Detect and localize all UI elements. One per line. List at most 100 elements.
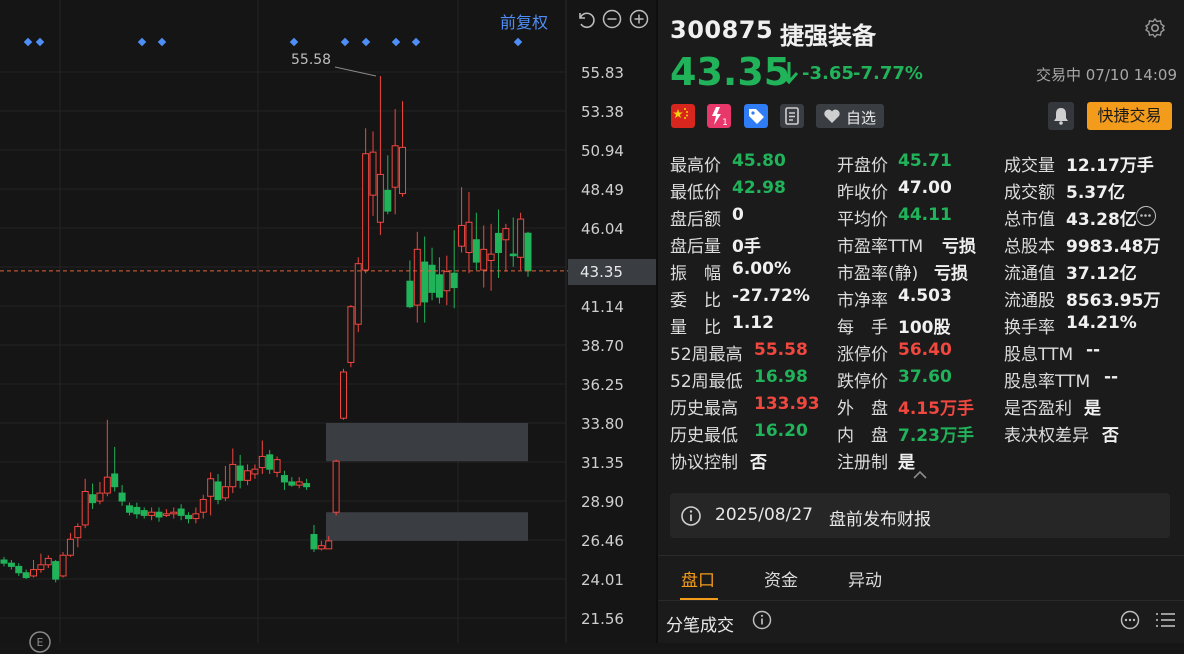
stat-value: 9983.48万 bbox=[1066, 237, 1161, 257]
candle-body bbox=[303, 483, 311, 488]
candle-body bbox=[155, 511, 163, 518]
add-watchlist-button[interactable]: 自选 bbox=[816, 104, 884, 128]
alert-button[interactable] bbox=[1048, 102, 1074, 130]
stat-value: 5.37亿 bbox=[1066, 183, 1125, 203]
stat-value: 是 bbox=[1084, 399, 1101, 419]
tag-1-icon[interactable]: 1 bbox=[707, 104, 731, 128]
notice-text: 盘前发布财报 bbox=[829, 510, 931, 530]
more-options-icon[interactable] bbox=[1120, 610, 1140, 630]
candle-body bbox=[376, 173, 384, 223]
event-marker bbox=[513, 37, 523, 47]
candle-body bbox=[443, 271, 451, 292]
zoom-out-icon[interactable] bbox=[601, 8, 623, 30]
candle-body bbox=[74, 526, 82, 539]
last-price: 43.35 bbox=[670, 50, 791, 94]
notice-banner[interactable]: 2025/08/27 盘前发布财报 bbox=[670, 493, 1170, 538]
price-axis-label: 53.38 bbox=[581, 103, 624, 121]
price-axis-label: 31.35 bbox=[581, 454, 624, 472]
kline-canvas[interactable] bbox=[0, 0, 656, 643]
candle-body bbox=[450, 272, 458, 289]
candle-body bbox=[435, 274, 443, 298]
stat-value: 6.00% bbox=[732, 259, 791, 279]
stat-label: 流通股 bbox=[1004, 291, 1055, 311]
candle-body bbox=[465, 221, 473, 254]
stat-label: 换手率 bbox=[1004, 318, 1055, 338]
stat-value: 12.17万手 bbox=[1066, 156, 1154, 176]
candle-body bbox=[494, 232, 502, 254]
candle-body bbox=[472, 239, 480, 263]
reset-icon[interactable] bbox=[574, 8, 596, 30]
candle-body bbox=[59, 554, 67, 577]
quote-panel: 300875 捷强装备 43.35 -3.65 -7.77% 交易中 07/10… bbox=[658, 0, 1184, 643]
down-arrow-icon bbox=[779, 62, 799, 85]
event-marker bbox=[157, 37, 167, 47]
candle-body bbox=[524, 232, 532, 272]
tab-order-book[interactable]: 盘口 bbox=[681, 566, 715, 591]
gear-icon[interactable] bbox=[1144, 17, 1166, 39]
more-icon[interactable] bbox=[1136, 206, 1156, 226]
svg-text:1: 1 bbox=[722, 118, 728, 128]
tab-capital[interactable]: 资金 bbox=[764, 566, 798, 591]
candle-body bbox=[7, 562, 15, 567]
candle-body bbox=[487, 253, 495, 261]
candle-body bbox=[125, 505, 133, 513]
candle-body bbox=[229, 463, 237, 488]
zoom-in-icon[interactable] bbox=[628, 8, 650, 30]
stat-label: 历史最高 bbox=[670, 399, 738, 419]
stat-value: -- bbox=[1086, 340, 1101, 360]
candle-body bbox=[140, 510, 148, 516]
stock-name: 捷强装备 bbox=[780, 22, 876, 50]
event-marker bbox=[23, 37, 33, 47]
stat-value: 亏损 bbox=[942, 237, 976, 257]
info-icon[interactable] bbox=[752, 610, 772, 630]
kline-chart[interactable]: 55.58 前复权 55.83 53.38 50.94 48.49 46.04 41.14… bbox=[0, 0, 656, 653]
info-icon bbox=[681, 506, 701, 526]
list-icon[interactable] bbox=[1155, 609, 1177, 631]
candle-body bbox=[362, 153, 370, 271]
candle-body bbox=[421, 261, 429, 303]
stat-label: 最高价 bbox=[670, 156, 721, 176]
stat-label: 量 比 bbox=[670, 318, 721, 338]
stat-label: 股息TTM bbox=[1004, 345, 1074, 365]
stat-value: 7.23万手 bbox=[898, 426, 974, 446]
price-axis-label: 48.49 bbox=[581, 181, 624, 199]
price-tag-icon[interactable] bbox=[744, 104, 768, 128]
document-icon[interactable] bbox=[780, 104, 804, 128]
candle-body bbox=[52, 561, 60, 580]
stock-code: 300875 bbox=[670, 16, 774, 44]
price-axis-label: 21.56 bbox=[581, 610, 624, 628]
event-marker-icon[interactable]: E bbox=[28, 630, 52, 654]
heart-icon bbox=[824, 109, 840, 123]
candle-body bbox=[406, 280, 414, 308]
candle-body bbox=[207, 478, 215, 497]
price-axis-label: 38.70 bbox=[581, 337, 624, 355]
stat-label: 总股本 bbox=[1004, 237, 1055, 257]
candle-body bbox=[44, 557, 52, 566]
candle-body bbox=[399, 146, 407, 195]
candle-body bbox=[295, 481, 303, 486]
more-dots-icon bbox=[1140, 214, 1151, 217]
price-change-percent: -7.77% bbox=[853, 63, 923, 84]
candle-body bbox=[0, 559, 8, 564]
price-axis-label: 36.25 bbox=[581, 376, 624, 394]
stat-value: 45.80 bbox=[732, 151, 786, 171]
candle-body bbox=[148, 511, 156, 516]
china-flag-icon bbox=[671, 104, 695, 128]
price-axis-label: 46.04 bbox=[581, 220, 624, 238]
stat-label: 协议控制 bbox=[670, 453, 738, 473]
candle-body bbox=[251, 468, 259, 475]
tabs-bottom-divider bbox=[658, 600, 1184, 601]
price-axis-label: 50.94 bbox=[581, 142, 624, 160]
stat-value: 1.12 bbox=[732, 313, 774, 333]
stat-label: 振 幅 bbox=[670, 264, 721, 284]
candle-body bbox=[502, 228, 510, 241]
tab-anomaly[interactable]: 异动 bbox=[848, 566, 882, 591]
quick-trade-button[interactable]: 快捷交易 bbox=[1087, 102, 1172, 130]
candle-body bbox=[384, 189, 392, 212]
stat-label: 委 比 bbox=[670, 291, 721, 311]
candle-body bbox=[354, 263, 362, 325]
stat-value: 4.15万手 bbox=[898, 399, 974, 419]
chevron-up-icon[interactable] bbox=[912, 470, 928, 480]
price-gap-zone bbox=[326, 422, 528, 462]
adjust-mode-button[interactable]: 前复权 bbox=[500, 9, 548, 33]
